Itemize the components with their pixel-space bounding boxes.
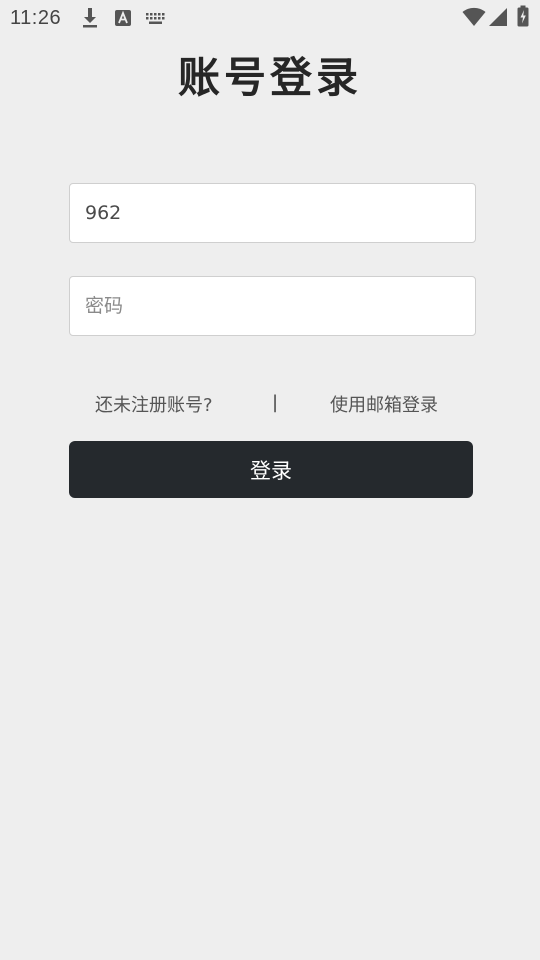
download-icon [80, 6, 100, 34]
password-input[interactable] [70, 277, 475, 335]
battery-charging-icon [517, 5, 529, 31]
username-input[interactable] [70, 184, 475, 242]
password-field[interactable] [69, 276, 476, 336]
login-button[interactable]: 登录 [69, 441, 473, 498]
page-title: 账号登录 [177, 53, 362, 102]
link-divider: | [272, 392, 279, 413]
cellular-signal-icon [488, 7, 508, 31]
username-field[interactable] [69, 183, 476, 243]
status-time: 11:26 [10, 7, 62, 29]
register-link[interactable]: 还未注册账号? [95, 391, 213, 417]
text-a-icon [114, 9, 132, 31]
wifi-icon [462, 7, 486, 31]
email-login-link[interactable]: 使用邮箱登录 [330, 391, 438, 417]
status-bar: 11:26 [0, 0, 540, 36]
keyboard-icon [145, 11, 167, 30]
